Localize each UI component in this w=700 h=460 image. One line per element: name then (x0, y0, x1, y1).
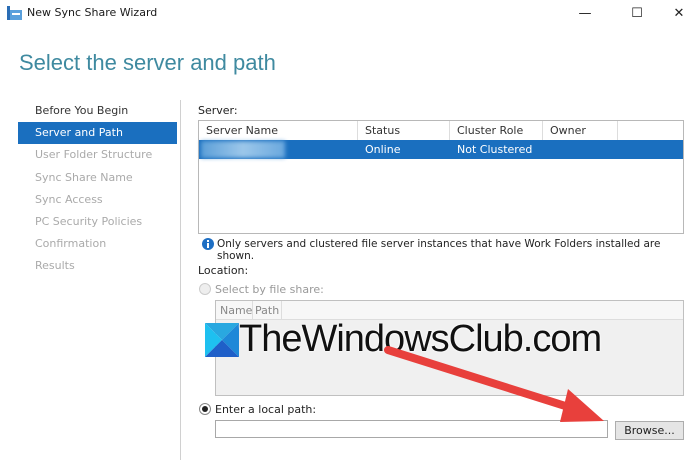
location-label: Location: (198, 264, 249, 277)
nav-results: Results (35, 259, 75, 272)
table-row[interactable]: Online Not Clustered (199, 140, 683, 159)
close-button[interactable]: ✕ (656, 0, 700, 26)
minimize-button[interactable]: — (562, 0, 608, 26)
server-label: Server: (198, 104, 238, 117)
file-share-radio[interactable] (199, 283, 211, 295)
nav-before-you-begin[interactable]: Before You Begin (18, 100, 177, 122)
title-bar: New Sync Share Wizard — ☐ ✕ (0, 0, 700, 26)
column-server-name[interactable]: Server Name (199, 121, 358, 140)
maximize-button[interactable]: ☐ (614, 0, 660, 26)
divider (180, 100, 181, 460)
local-path-option-label: Enter a local path: (215, 403, 317, 416)
watermark-logo-icon (205, 322, 239, 357)
row-cluster-role: Not Clustered (457, 143, 533, 156)
browse-button[interactable]: Browse... (615, 421, 684, 440)
nav-server-and-path[interactable]: Server and Path (18, 122, 177, 144)
info-icon (202, 238, 214, 250)
nav-confirmation: Confirmation (35, 237, 107, 250)
file-share-option-label: Select by file share: (215, 283, 324, 296)
watermark-text: TheWindowsClub.com (239, 318, 602, 360)
info-text: Only servers and clustered file server i… (217, 238, 661, 262)
row-status: Online (365, 143, 401, 156)
column-cluster-role[interactable]: Cluster Role (450, 121, 543, 140)
local-path-input[interactable] (215, 420, 608, 438)
nav-user-folder-structure: User Folder Structure (35, 148, 153, 161)
column-status[interactable]: Status (358, 121, 450, 140)
column-owner-node[interactable]: Owner Node (543, 121, 618, 156)
redacted-server-name (201, 141, 285, 158)
watermark: TheWindowsClub.com (205, 318, 602, 361)
window-title: New Sync Share Wizard (27, 6, 158, 19)
nav-sync-access: Sync Access (35, 193, 103, 206)
local-path-radio[interactable] (199, 403, 211, 415)
nav-sync-share-name: Sync Share Name (35, 171, 133, 184)
page-title: Select the server and path (19, 50, 276, 75)
app-icon (7, 6, 22, 20)
nav-pc-security-policies: PC Security Policies (35, 215, 143, 228)
server-table[interactable]: Server Name Status Cluster Role Owner No… (198, 120, 684, 234)
column-name: Name (220, 304, 253, 317)
